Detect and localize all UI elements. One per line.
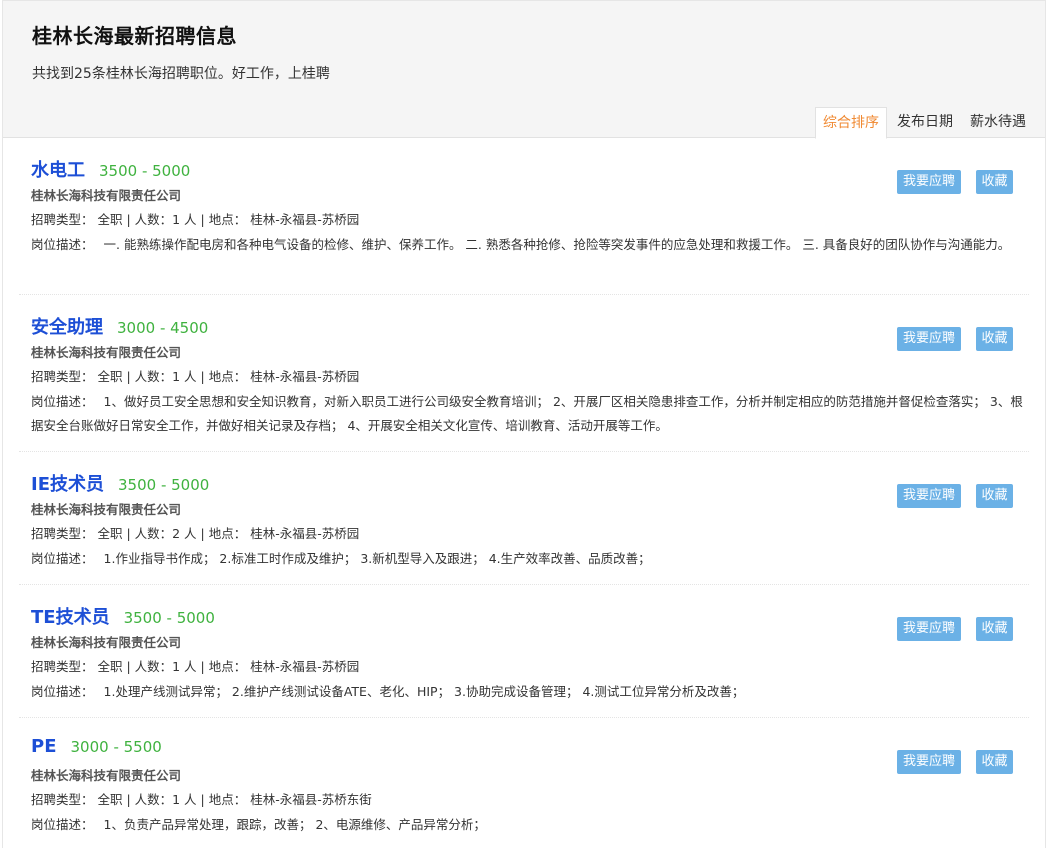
job-meta: 招聘类型： 全职 | 人数：1 人 | 地点： 桂林-永福县-苏桥东街 [31, 792, 372, 807]
job-description: 岗位描述： 1.处理产线测试异常； 2.维护产线测试设备ATE、老化、HIP； 3… [31, 680, 1026, 704]
job-item: PE 3000 - 5500 桂林长海科技有限责任公司 招聘类型： 全职 | 人… [19, 718, 1029, 848]
job-item: IE技术员 3500 - 5000 桂林长海科技有限责任公司 招聘类型： 全职 … [19, 452, 1029, 585]
job-meta: 招聘类型： 全职 | 人数：2 人 | 地点： 桂林-永福县-苏桥园 [31, 526, 360, 541]
job-meta: 招聘类型： 全职 | 人数：1 人 | 地点： 桂林-永福县-苏桥园 [31, 659, 360, 674]
job-salary: 3500 - 5000 [99, 162, 191, 180]
job-description: 岗位描述： 1、做好员工安全思想和安全知识教育，对新入职员工进行公司级安全教育培训… [31, 390, 1026, 438]
page-title: 桂林长海最新招聘信息 [32, 24, 237, 48]
job-description-label: 岗位描述： [31, 394, 94, 409]
job-item: 水电工 3500 - 5000 桂林长海科技有限责任公司 招聘类型： 全职 | … [19, 138, 1029, 295]
page-subtitle: 共找到25条桂林长海招聘职位。好工作，上桂聘 [32, 66, 330, 82]
job-description-label: 岗位描述： [31, 684, 94, 699]
job-company: 桂林长海科技有限责任公司 [31, 502, 182, 517]
apply-button[interactable]: 我要应聘 [897, 484, 961, 508]
job-company: 桂林长海科技有限责任公司 [31, 188, 182, 203]
apply-button[interactable]: 我要应聘 [897, 750, 961, 774]
job-title-link[interactable]: TE技术员 [31, 603, 110, 629]
job-meta: 招聘类型： 全职 | 人数：1 人 | 地点： 桂林-永福县-苏桥园 [31, 369, 360, 384]
job-meta: 招聘类型： 全职 | 人数：1 人 | 地点： 桂林-永福县-苏桥园 [31, 212, 360, 227]
job-description-text: 1、做好员工安全思想和安全知识教育，对新入职员工进行公司级安全教育培训； 2、开… [31, 394, 1023, 433]
apply-button[interactable]: 我要应聘 [897, 617, 961, 641]
favorite-button[interactable]: 收藏 [976, 327, 1013, 351]
job-description-text: 一. 能熟练操作配电房和各种电气设备的检修、维护、保养工作。 二. 熟悉各种抢修… [103, 237, 1011, 252]
job-title-link[interactable]: PE [31, 736, 57, 757]
job-description-text: 1、负责产品异常处理，跟踪，改善； 2、电源维修、产品异常分析； [103, 817, 486, 832]
sort-tab-salary[interactable]: 薪水待遇 [963, 107, 1033, 138]
sort-tab-comprehensive[interactable]: 综合排序 [815, 107, 887, 139]
job-item: TE技术员 3500 - 5000 桂林长海科技有限责任公司 招聘类型： 全职 … [19, 585, 1029, 718]
page-header: 桂林长海最新招聘信息 共找到25条桂林长海招聘职位。好工作，上桂聘 综合排序 发… [3, 1, 1045, 139]
job-title-link[interactable]: 安全助理 [31, 313, 103, 339]
job-title-link[interactable]: IE技术员 [31, 470, 104, 496]
apply-button[interactable]: 我要应聘 [897, 170, 961, 194]
job-description-text: 1.处理产线测试异常； 2.维护产线测试设备ATE、老化、HIP； 3.协助完成… [103, 684, 745, 699]
job-item: 安全助理 3000 - 4500 桂林长海科技有限责任公司 招聘类型： 全职 |… [19, 295, 1029, 452]
favorite-button[interactable]: 收藏 [976, 617, 1013, 641]
job-description: 岗位描述： 一. 能熟练操作配电房和各种电气设备的检修、维护、保养工作。 二. 熟… [31, 233, 1026, 257]
job-company: 桂林长海科技有限责任公司 [31, 345, 182, 360]
job-description-text: 1.作业指导书作成； 2.标准工时作成及维护； 3.新机型导入及跟进； 4.生产… [103, 551, 651, 566]
job-listing-page: 桂林长海最新招聘信息 共找到25条桂林长海招聘职位。好工作，上桂聘 综合排序 发… [2, 0, 1046, 848]
job-salary: 3000 - 5500 [70, 738, 162, 756]
job-description-label: 岗位描述： [31, 237, 94, 252]
job-description-label: 岗位描述： [31, 551, 94, 566]
apply-button[interactable]: 我要应聘 [897, 327, 961, 351]
job-title-link[interactable]: 水电工 [31, 156, 85, 182]
job-company: 桂林长海科技有限责任公司 [31, 635, 182, 650]
job-salary: 3500 - 5000 [123, 609, 215, 627]
sort-tab-publish-date[interactable]: 发布日期 [890, 107, 960, 138]
job-salary: 3500 - 5000 [118, 476, 210, 494]
job-company: 桂林长海科技有限责任公司 [31, 768, 182, 783]
sort-tabs: 综合排序 发布日期 薪水待遇 [812, 107, 1033, 139]
favorite-button[interactable]: 收藏 [976, 750, 1013, 774]
favorite-button[interactable]: 收藏 [976, 170, 1013, 194]
job-description: 岗位描述： 1.作业指导书作成； 2.标准工时作成及维护； 3.新机型导入及跟进；… [31, 547, 1026, 571]
job-description-label: 岗位描述： [31, 817, 94, 832]
job-description: 岗位描述： 1、负责产品异常处理，跟踪，改善； 2、电源维修、产品异常分析； [31, 813, 1026, 837]
job-salary: 3000 - 4500 [117, 319, 209, 337]
favorite-button[interactable]: 收藏 [976, 484, 1013, 508]
